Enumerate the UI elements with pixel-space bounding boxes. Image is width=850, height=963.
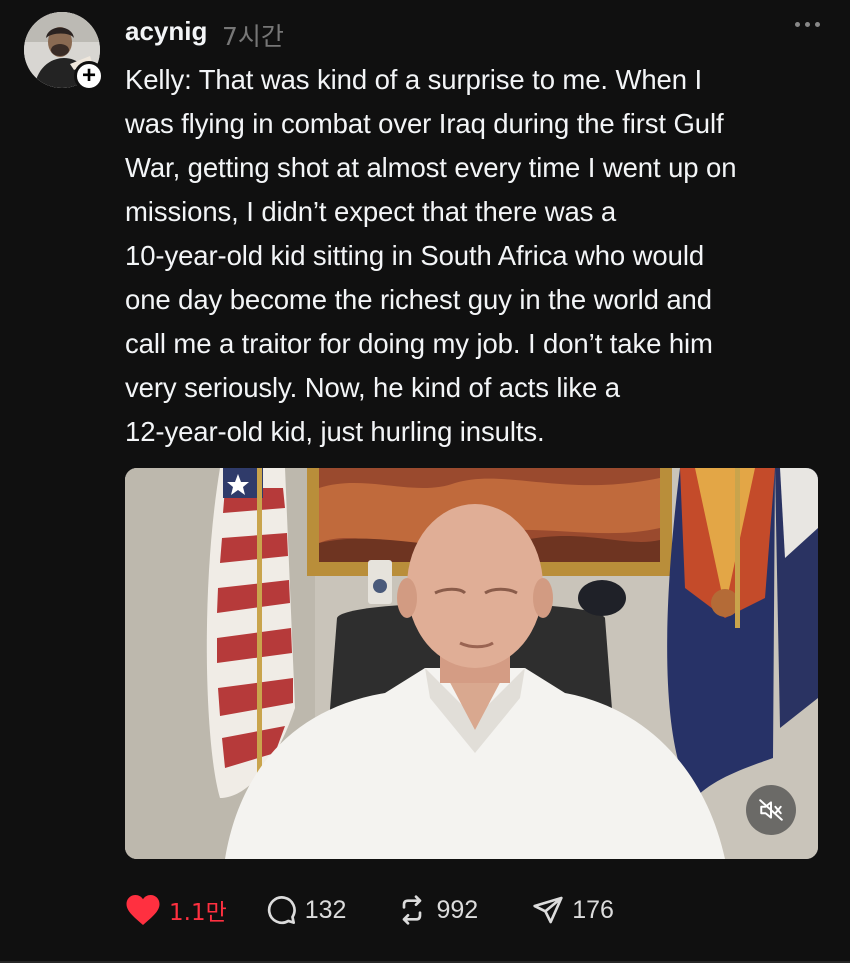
follow-button[interactable]: + — [74, 61, 104, 91]
post-actions: 1.1만 132 992 176 — [125, 889, 614, 931]
repost-count: 992 — [436, 895, 479, 924]
comment-icon — [267, 896, 296, 925]
plus-icon: + — [81, 62, 96, 89]
volume-muted-icon — [759, 799, 783, 821]
send-icon — [533, 896, 563, 924]
repost-icon — [403, 895, 422, 925]
post-username[interactable]: acynig — [125, 16, 207, 47]
like-button[interactable]: 1.1만 — [125, 893, 227, 927]
post-text: Kelly: That was kind of a surprise to me… — [125, 64, 737, 447]
like-count: 1.1만 — [169, 900, 227, 926]
post-video[interactable] — [125, 468, 818, 859]
reply-count: 132 — [304, 895, 347, 924]
mute-button[interactable] — [746, 785, 796, 835]
share-count: 176 — [572, 895, 614, 924]
post-timestamp: 7시간 — [222, 22, 284, 51]
share-button[interactable]: 176 — [532, 894, 614, 926]
more-horizontal-icon — [795, 22, 800, 27]
repost-button[interactable]: 992 — [396, 894, 478, 926]
more-options-button[interactable] — [795, 22, 820, 27]
heart-icon — [126, 895, 160, 925]
reply-button[interactable]: 132 — [265, 894, 347, 926]
